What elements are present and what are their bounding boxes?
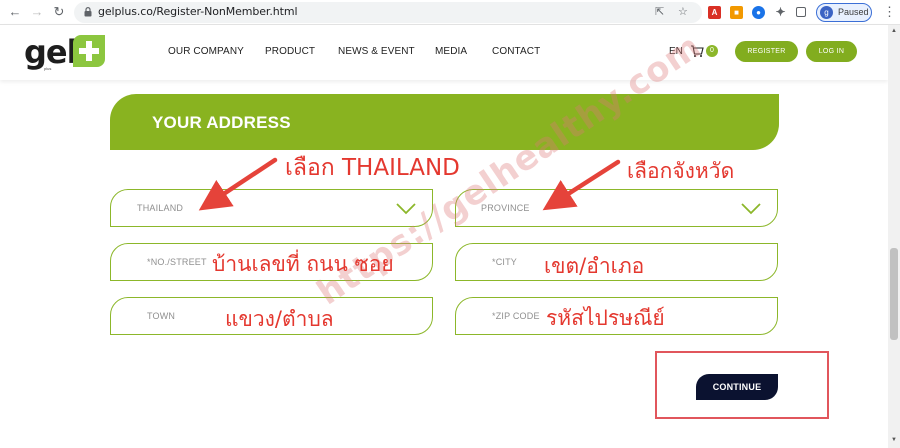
street-hint: บ้านเลขที่ ถนน ซอย xyxy=(212,252,394,276)
arrow-to-province xyxy=(542,159,621,211)
country-hint: เลือก THAILAND xyxy=(285,155,460,181)
scroll-thumb[interactable] xyxy=(890,248,898,340)
zip-hint: รหัสไปรษณีย์ xyxy=(546,306,665,330)
arrow-to-country xyxy=(198,157,278,211)
city-hint: เขต/อำเภอ xyxy=(544,254,645,278)
page: ← → ↻ gelplus.co/Register-NonMember.html… xyxy=(0,0,900,448)
province-hint: เลือกจังหวัด xyxy=(627,159,735,183)
town-hint: แขวง/ตำบล xyxy=(225,307,334,331)
page-scrollbar[interactable]: ▲ ▼ xyxy=(888,25,900,448)
scroll-up-icon[interactable]: ▲ xyxy=(890,27,898,35)
scroll-down-icon[interactable]: ▼ xyxy=(890,436,898,444)
highlight-box xyxy=(655,351,829,419)
